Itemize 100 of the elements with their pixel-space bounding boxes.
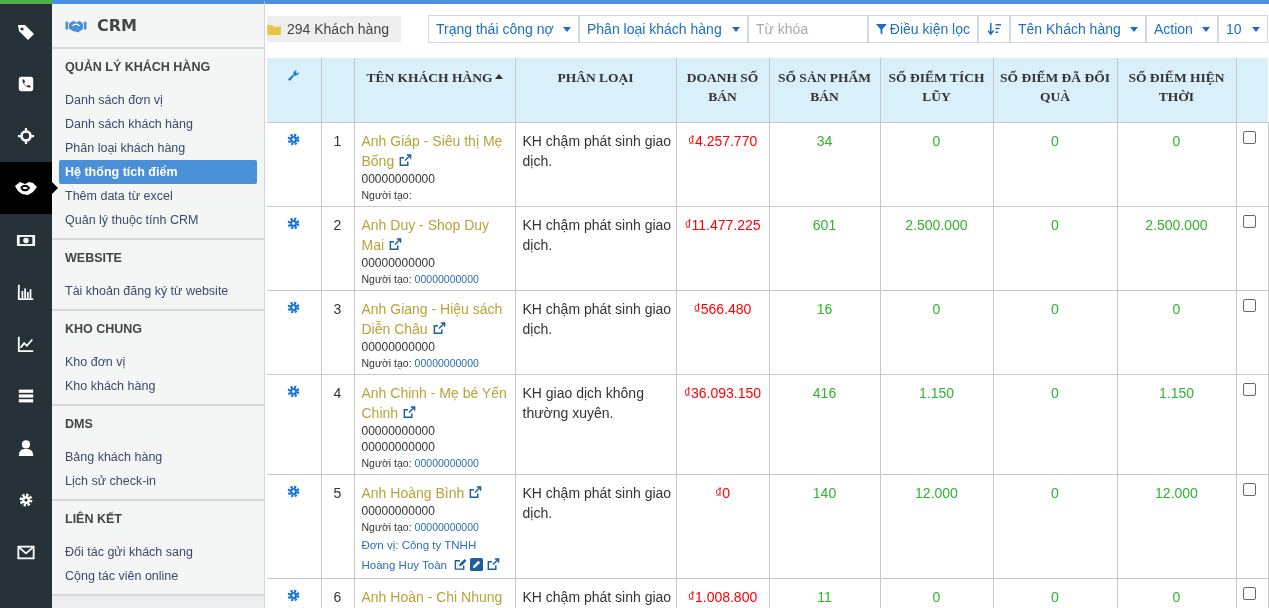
row-number: 4 xyxy=(321,374,354,475)
products-cell: 140 xyxy=(769,474,880,579)
points-current-cell: 2.500.000 xyxy=(1117,206,1236,291)
column-header[interactable]: PHÂN LOẠI xyxy=(515,58,676,123)
row-number: 3 xyxy=(321,290,354,375)
settings-icon[interactable] xyxy=(287,301,301,314)
page-size-dropdown[interactable]: 10 xyxy=(1218,15,1268,43)
row-checkbox[interactable] xyxy=(1242,383,1256,396)
points-earned-cell: 2.500.000 xyxy=(880,206,993,291)
external-link-icon[interactable] xyxy=(387,238,402,251)
bar-chart-icon xyxy=(17,283,35,301)
settings-icon[interactable] xyxy=(287,133,301,146)
products-cell: 16 xyxy=(769,290,880,375)
row-checkbox[interactable] xyxy=(1242,215,1256,228)
section-heading: LIÊN KẾT xyxy=(64,510,123,528)
settings-icon[interactable] xyxy=(287,217,301,230)
section-heading: QUẢN LÝ KHÁCH HÀNG xyxy=(64,58,212,76)
category-cell: KH giao dịch không thường xuyên. xyxy=(515,374,676,475)
sidebar-item[interactable]: Kho khách hàng xyxy=(59,374,257,398)
keyword-search-field[interactable]: Từ khóa xyxy=(748,15,868,43)
points-redeemed-cell: 0 xyxy=(993,290,1117,375)
tag-icon xyxy=(16,22,36,42)
row-checkbox[interactable] xyxy=(1242,587,1256,600)
sidebar-item[interactable]: Lịch sử check-in xyxy=(59,469,257,493)
points-earned-cell: 12.000 xyxy=(880,474,993,579)
category-cell: KH chậm phát sinh giao dịch. xyxy=(515,290,676,375)
category-cell: KH chậm phát sinh giao dịch. xyxy=(515,122,676,207)
creator-link[interactable]: 00000000000 xyxy=(414,273,479,285)
sort-order-button[interactable] xyxy=(978,15,1010,43)
filter-button[interactable]: Điều kiện lọc xyxy=(868,15,978,43)
section-heading: DMS xyxy=(64,416,94,433)
column-header[interactable]: SỐ ĐIỂM HIỆN THỜI xyxy=(1117,58,1236,123)
revenue-cell: ₫11.477.225 xyxy=(676,206,769,291)
wrench-icon[interactable] xyxy=(287,69,301,82)
points-current-cell: 1.150 xyxy=(1117,374,1236,475)
section-heading: WEBSITE xyxy=(64,250,123,267)
external-link-icon[interactable] xyxy=(401,406,416,419)
column-header[interactable]: SỐ ĐIỂM TÍCH LŨY xyxy=(880,58,993,123)
section-heading: KHO CHUNG xyxy=(64,321,144,338)
points-current-cell: 12.000 xyxy=(1117,474,1236,579)
sort-by-dropdown[interactable]: Tên Khách hàng xyxy=(1010,15,1146,43)
external-link-icon[interactable] xyxy=(486,558,501,571)
column-header[interactable]: SỐ SẢN PHẨM BÁN xyxy=(769,58,880,123)
sort-icon xyxy=(987,22,1001,36)
folder-icon xyxy=(267,23,282,35)
mail-icon xyxy=(17,544,35,560)
sidebar-item[interactable]: Tài khoản đăng ký từ website xyxy=(59,279,257,303)
creator-link[interactable]: 00000000000 xyxy=(414,521,479,533)
edit-icon[interactable] xyxy=(453,558,468,571)
sidebar-item[interactable]: Đối tác gửi khách sang xyxy=(59,540,257,564)
points-redeemed-cell: 0 xyxy=(993,122,1117,207)
products-cell: 34 xyxy=(769,122,880,207)
category-dropdown[interactable]: Phân loại khách hàng xyxy=(579,15,748,43)
revenue-cell: ₫0 xyxy=(676,474,769,579)
sidebar-item[interactable]: Phân loại khách hàng xyxy=(59,136,257,160)
settings-icon[interactable] xyxy=(287,589,301,602)
column-header[interactable]: DOANH SỐ BÁN xyxy=(676,58,769,123)
row-checkbox[interactable] xyxy=(1242,131,1256,144)
row-checkbox[interactable] xyxy=(1242,483,1256,496)
sidebar-item[interactable]: Thêm data từ excel xyxy=(59,184,257,208)
filter-icon xyxy=(876,23,887,35)
points-earned-cell: 0 xyxy=(880,290,993,375)
revenue-cell: ₫36.093.150 xyxy=(676,374,769,475)
pencil-square-icon[interactable] xyxy=(470,558,484,571)
action-dropdown[interactable]: Action xyxy=(1146,15,1218,43)
money-icon xyxy=(16,232,36,248)
points-redeemed-cell: 0 xyxy=(993,374,1117,475)
external-link-icon[interactable] xyxy=(431,322,446,335)
points-earned-cell: 1.150 xyxy=(880,374,993,475)
creator-link[interactable]: 00000000000 xyxy=(414,457,479,469)
points-current-cell: 0 xyxy=(1117,290,1236,375)
category-cell: KH chậm phát sinh giao dịch. xyxy=(515,206,676,291)
settings-icon[interactable] xyxy=(287,485,301,498)
creator-link[interactable]: 00000000000 xyxy=(414,357,479,369)
creator-label: Người tạo: xyxy=(361,457,412,469)
external-link-icon[interactable] xyxy=(398,154,413,167)
settings-icon[interactable] xyxy=(287,385,301,398)
creator-label: Người tạo: xyxy=(361,521,412,533)
unit-link[interactable]: Đơn vị: Công ty TNHH Hoàng Huy Toàn xyxy=(361,535,508,575)
column-header[interactable]: SỐ ĐIỂM ĐÃ ĐỔI QUÀ xyxy=(993,58,1117,123)
sidebar-item[interactable]: Cộng tác viên online xyxy=(59,564,257,588)
sidebar-item[interactable]: Danh sách khách hàng xyxy=(59,112,257,136)
points-redeemed-cell: 0 xyxy=(993,206,1117,291)
sidebar-item[interactable]: Bảng khách hàng xyxy=(59,445,257,469)
points-redeemed-cell: 0 xyxy=(993,474,1117,579)
crosshair-icon xyxy=(17,127,35,145)
sidebar-item[interactable]: Quản lý thuộc tính CRM xyxy=(59,208,257,232)
settings-icon xyxy=(18,492,34,508)
sidebar-item[interactable]: Danh sách đơn vị xyxy=(59,88,257,112)
products-cell: 601 xyxy=(769,206,880,291)
debt-status-dropdown[interactable]: Trạng thái công nợ xyxy=(428,15,579,43)
sidebar-item[interactable]: Kho đơn vị xyxy=(59,350,257,374)
phone-number: 00000000000 xyxy=(361,503,436,519)
row-number: 1 xyxy=(321,122,354,207)
user-icon xyxy=(17,439,35,457)
phone-number: 00000000000 xyxy=(361,439,436,455)
external-link-icon[interactable] xyxy=(468,486,483,499)
row-checkbox[interactable] xyxy=(1242,299,1256,312)
sidebar-title: CRM xyxy=(97,16,137,35)
column-header[interactable]: TÊN KHÁCH HÀNG xyxy=(354,58,515,123)
